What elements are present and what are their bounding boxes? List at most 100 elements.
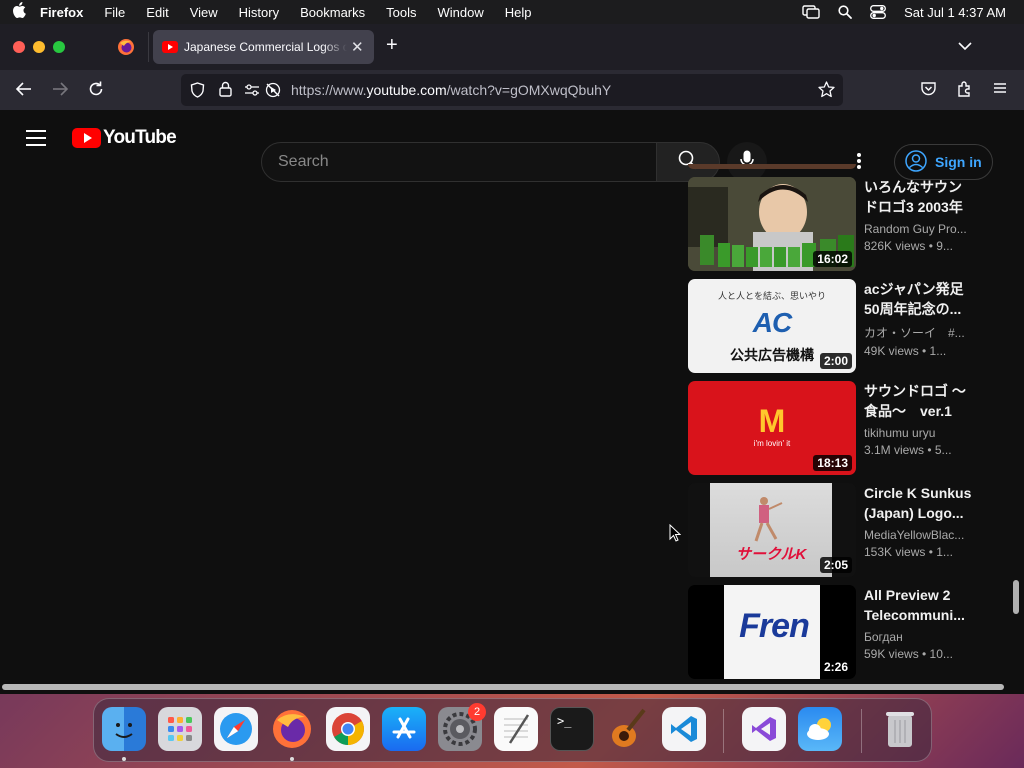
list-all-tabs-icon[interactable]	[958, 38, 972, 56]
menu-view[interactable]: View	[190, 5, 218, 20]
new-tab-icon[interactable]: +	[386, 34, 398, 57]
video-metadata: 826K views • 9...	[864, 239, 953, 253]
garageband-icon[interactable]	[606, 707, 650, 751]
youtube-logo[interactable]: YouTube	[72, 127, 177, 149]
related-videos-list: 16:02 いろんなサウンドロゴ3 2003年 Random Guy Pro..…	[688, 110, 978, 694]
thumbnail-slogan: i'm lovin' it	[753, 439, 791, 448]
video-duration: 2:05	[819, 557, 852, 573]
video-metadata: 3.1M views • 5...	[864, 443, 952, 457]
youtube-wordmark: YouTube	[103, 127, 177, 148]
tab-youtube[interactable]: Japanese Commercial Logos of ✕	[153, 30, 374, 64]
firefox-icon[interactable]	[270, 707, 314, 751]
close-window-button[interactable]	[13, 41, 25, 53]
video-title[interactable]: サウンドロゴ ～食品～ ver.1	[864, 381, 972, 421]
reload-icon[interactable]	[87, 80, 105, 103]
spotlight-search-icon[interactable]	[838, 5, 852, 19]
related-video-card[interactable]: Fren 2:26 All Preview 2 Telecommuni... Б…	[688, 585, 978, 679]
menu-history[interactable]: History	[239, 5, 279, 20]
menu-edit[interactable]: Edit	[146, 5, 168, 20]
launchpad-icon[interactable]	[158, 707, 202, 751]
finder-running-indicator	[122, 757, 126, 761]
visual-studio-icon[interactable]	[742, 707, 786, 751]
terminal-icon[interactable]: >_	[550, 707, 594, 751]
app-store-icon[interactable]	[382, 707, 426, 751]
zoom-window-button[interactable]	[53, 41, 65, 53]
thumbnail-caption-top: 人と人とを結ぶ、思いやり	[717, 291, 826, 301]
permissions-icon[interactable]	[244, 82, 260, 103]
close-tab-icon[interactable]: ✕	[351, 38, 364, 56]
youtube-play-icon	[72, 128, 101, 148]
video-metadata: 49K views • 1...	[864, 344, 947, 358]
tracking-protection-shield-icon[interactable]	[190, 82, 205, 103]
related-video-card[interactable]: 人と人とを結ぶ、思いやり AC 公共広告機構 2:00 acジャパン発足50周年…	[688, 279, 978, 373]
pocket-icon[interactable]	[920, 80, 937, 102]
dock-separator	[861, 709, 862, 753]
search-field[interactable]	[261, 142, 657, 182]
video-title[interactable]: Circle K Sunkus (Japan) Logo...	[864, 483, 972, 523]
channel-name[interactable]: カオ・ソーイ #...	[864, 324, 972, 341]
video-info: Circle K Sunkus (Japan) Logo... MediaYel…	[864, 483, 972, 559]
guide-menu-icon[interactable]	[26, 130, 46, 151]
minimize-window-button[interactable]	[33, 41, 45, 53]
menu-help[interactable]: Help	[505, 5, 532, 20]
textedit-icon[interactable]	[494, 707, 538, 751]
video-thumbnail[interactable]: 人と人とを結ぶ、思いやり AC 公共広告機構 2:00	[688, 279, 856, 373]
video-thumbnail[interactable]: M i'm lovin' it 18:13	[688, 381, 856, 475]
menu-tools[interactable]: Tools	[386, 5, 416, 20]
vscode-icon[interactable]	[662, 707, 706, 751]
lock-icon[interactable]	[219, 81, 232, 102]
menu-bookmarks[interactable]: Bookmarks	[300, 5, 365, 20]
menu-window[interactable]: Window	[438, 5, 484, 20]
related-video-card[interactable]: サークルK 2:05 Circle K Sunkus (Japan) Logo.…	[688, 483, 978, 577]
url-text[interactable]: https://www.youtube.com/watch?v=gOMXwqQb…	[291, 82, 611, 98]
screen-mirroring-icon[interactable]	[802, 5, 820, 19]
video-thumbnail[interactable]: Fren 2:26	[688, 585, 856, 679]
channel-name[interactable]: Random Guy Pro...	[864, 222, 972, 236]
channel-name[interactable]: Богдан	[864, 630, 972, 644]
finder-icon[interactable]	[102, 707, 146, 751]
app-menu-icon[interactable]	[992, 80, 1008, 101]
notification-badge: 2	[468, 703, 486, 721]
video-title[interactable]: acジャパン発足50周年記念の...	[864, 279, 972, 319]
chrome-icon[interactable]	[326, 707, 370, 751]
vertical-scrollbar-thumb[interactable]	[1013, 580, 1019, 614]
trash-icon[interactable]	[878, 707, 922, 751]
related-video-card[interactable]: M i'm lovin' it 18:13 サウンドロゴ ～食品～ ver.1 …	[688, 381, 978, 475]
circle-k-logo: サークルK	[736, 546, 807, 563]
control-center-icon[interactable]	[870, 5, 887, 19]
bookmark-star-icon[interactable]	[818, 81, 835, 103]
video-thumbnail[interactable]: サークルK 2:05	[688, 483, 856, 577]
channel-name[interactable]: tikihumu uryu	[864, 426, 972, 440]
window-controls	[13, 41, 65, 53]
fren-logo: Fren	[739, 607, 810, 645]
dock-separator	[723, 709, 724, 753]
video-thumbnail[interactable]: 16:02	[688, 177, 856, 271]
address-bar[interactable]: https://www.youtube.com/watch?v=gOMXwqQb…	[181, 74, 843, 106]
weather-icon[interactable]	[798, 707, 842, 751]
menu-app-firefox[interactable]: Firefox	[40, 5, 83, 20]
back-icon[interactable]	[15, 80, 33, 103]
video-info: All Preview 2 Telecommuni... Богдан 59K …	[864, 585, 972, 661]
related-video-card[interactable]: 16:02 いろんなサウンドロゴ3 2003年 Random Guy Pro..…	[688, 177, 978, 271]
video-info: いろんなサウンドロゴ3 2003年 Random Guy Pro... 826K…	[864, 177, 972, 253]
menubar-clock[interactable]: Sat Jul 1 4:37 AM	[904, 5, 1006, 20]
forward-icon[interactable]	[51, 80, 69, 103]
safari-icon[interactable]	[214, 707, 258, 751]
previous-video-thumbnail-edge[interactable]	[688, 164, 856, 169]
tab-bar: Japanese Commercial Logos of ✕ +	[0, 24, 1024, 70]
horizontal-scrollbar-thumb[interactable]	[2, 684, 1004, 690]
video-title[interactable]: All Preview 2 Telecommuni...	[864, 585, 972, 625]
video-title[interactable]: いろんなサウンドロゴ3 2003年	[864, 177, 972, 217]
thumbnail-dancer	[754, 497, 783, 542]
apple-menu-icon[interactable]	[12, 2, 40, 22]
search-input[interactable]	[262, 143, 656, 181]
extensions-icon[interactable]	[956, 80, 973, 102]
video-duration: 2:26	[819, 659, 852, 675]
menu-bar: Firefox File Edit View History Bookmarks…	[0, 0, 1024, 24]
firefox-view-icon[interactable]	[117, 38, 135, 61]
autoplay-blocked-icon[interactable]	[265, 82, 281, 103]
video-info: acジャパン発足50周年記念の... カオ・ソーイ #... 49K views…	[864, 279, 972, 358]
menu-file[interactable]: File	[104, 5, 125, 20]
video-info: サウンドロゴ ～食品～ ver.1 tikihumu uryu 3.1M vie…	[864, 381, 972, 457]
channel-name[interactable]: MediaYellowBlac...	[864, 528, 972, 542]
